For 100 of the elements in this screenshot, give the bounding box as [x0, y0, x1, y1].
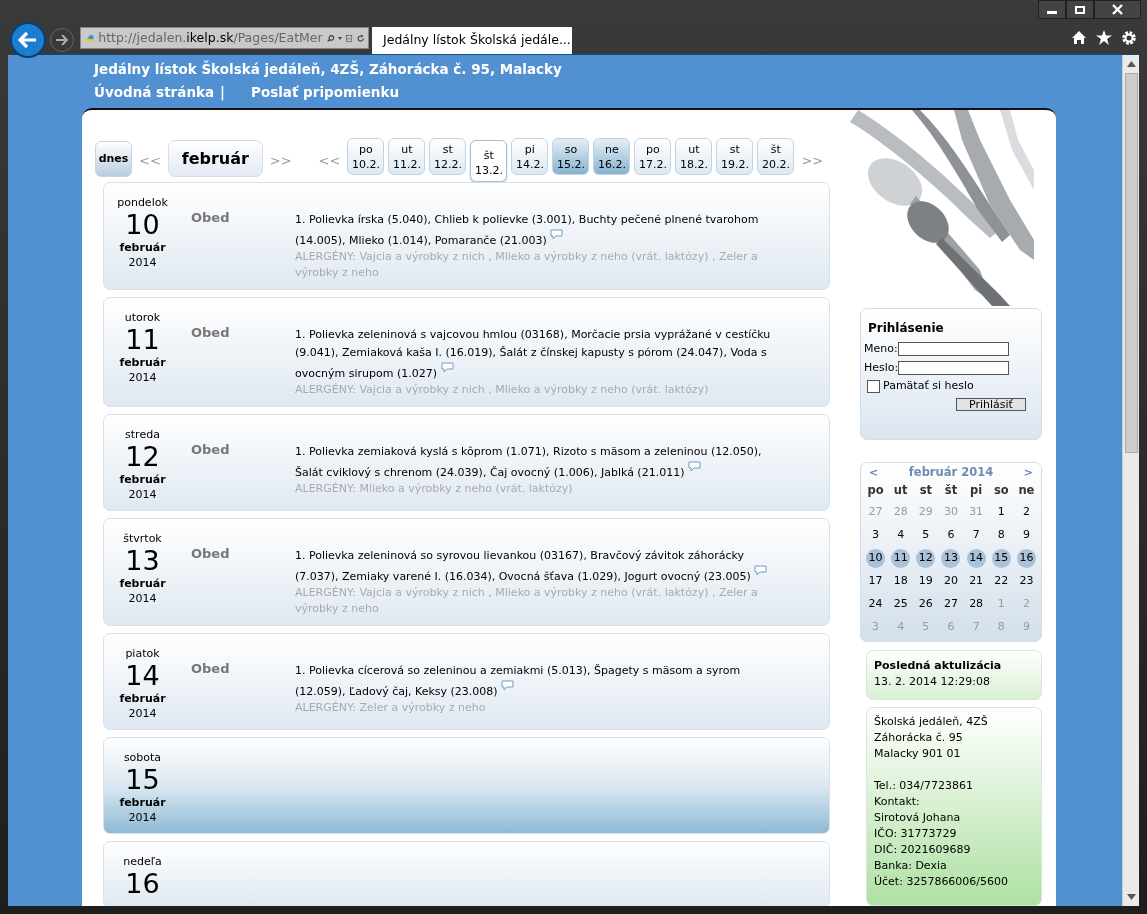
allergen-text: ALERGÉNY: Mlieko a výrobky z neho (vrát. laktózy): [295, 481, 574, 497]
contact-line: Školská jedáleň, 4ZŠ: [874, 714, 989, 731]
month: február: [119, 240, 166, 255]
site-title: Jedálny lístok Školská jedáleň, 4ZŠ, Záhorácka č. 95, Malacky: [94, 59, 563, 79]
address-text: http://jedalen.ikelp.sk/Pages/EatMer: [98, 28, 323, 47]
day-button[interactable]: ut 11.2.: [388, 138, 426, 175]
back-button[interactable]: [10, 22, 46, 58]
allergen-text: ALERGÉNY: Vajcia a výrobky z nich , Mlieko a výrobky z neho (vrát. laktózy): [295, 382, 710, 398]
calendar-day[interactable]: 23: [1016, 572, 1036, 592]
calendar-day[interactable]: 20: [941, 572, 961, 592]
menu-text: 1. Polievka cícerová so zeleninou a zemiakmi (5.013), Špagety s mäsom a syrom (12.059), Ľadový čaj, Keksy (23.008): [295, 663, 742, 700]
address-field[interactable]: http://jedalen.ikelp.sk/Pages/EatMer: [80, 27, 369, 49]
menu-text: 1. Polievka írska (5.040), Chlieb k polievke (3.001), Buchty pečené plnené tvarohom (14.005), Mlieko (1.014), Pomaranče (21.003): [295, 212, 760, 249]
settings-icon[interactable]: [1121, 30, 1137, 46]
day-number: 14: [125, 661, 160, 691]
contact-line: Tel.: 034/7723861: [874, 778, 975, 795]
contact-line: Banka: Dexia: [874, 858, 948, 875]
minimize-button[interactable]: [1038, 0, 1066, 19]
calendar-day[interactable]: 2: [1016, 503, 1036, 523]
previous-month-link[interactable]: <: [869, 464, 879, 482]
home-icon[interactable]: [1071, 30, 1087, 45]
weekday-header: st: [918, 482, 933, 500]
calendar-day[interactable]: 14: [966, 549, 986, 569]
calendar-day[interactable]: 18: [891, 572, 911, 592]
calendar-day[interactable]: 22: [991, 572, 1011, 592]
weekday: štvrtok: [123, 531, 162, 546]
day-button[interactable]: ne 16.2.: [593, 138, 631, 175]
scrollbar[interactable]: [1122, 55, 1139, 906]
field-label: Heslo:: [864, 359, 899, 376]
close-button[interactable]: [1094, 0, 1141, 19]
calendar-day[interactable]: 27: [941, 595, 961, 615]
calendar-day[interactable]: 3: [866, 526, 886, 546]
close-icon: [1112, 4, 1123, 15]
calendar-day[interactable]: 13: [941, 549, 961, 569]
calendar-day[interactable]: 9: [1016, 526, 1036, 546]
weekday-header: ne: [1017, 482, 1036, 500]
calendar-day[interactable]: 12: [916, 549, 936, 569]
month: február: [119, 576, 166, 591]
day-number: 10: [125, 210, 160, 240]
username-field[interactable]: [897, 342, 1009, 357]
calendar-day[interactable]: 28: [966, 595, 986, 615]
calendar-day[interactable]: 19: [916, 572, 936, 592]
day-number: 11: [125, 325, 160, 355]
year: 2014: [128, 370, 157, 385]
weekday: streda: [125, 427, 160, 442]
weekday-header: so: [992, 482, 1010, 500]
scroll-up-icon[interactable]: [1126, 61, 1136, 67]
menu-text: 1. Polievka zeleninová so syrovou lievankou (03167), Bravčový závitok záhorácky (7.037), Zemiaky varené I. (16.034), Ovocná šťava (1.029), Jogurt ovocný (23.005): [295, 547, 775, 586]
weekday-header: ut: [892, 482, 909, 500]
day-button[interactable]: po 10.2.: [347, 138, 385, 175]
calendar-day[interactable]: 5: [916, 526, 936, 546]
calendar-day[interactable]: 15: [991, 549, 1011, 569]
calendar-day[interactable]: 10: [866, 549, 886, 569]
login-title: Prihlásenie: [868, 320, 945, 337]
calendar-day[interactable]: 4: [891, 526, 911, 546]
day-button[interactable]: st 19.2.: [716, 138, 754, 175]
contact-line: DIČ: 2021609689: [874, 842, 972, 859]
day-button[interactable]: st 12.2.: [429, 138, 467, 175]
day-number: 15: [125, 765, 160, 795]
allergen-text: ALERGÉNY: Zeler a výrobky z neho: [295, 700, 487, 716]
day-button[interactable]: so 15.2.: [552, 138, 590, 175]
day-button[interactable]: pi 14.2.: [511, 138, 549, 175]
day-button[interactable]: št 13.2.: [470, 140, 508, 182]
calendar-day[interactable]: 6: [941, 526, 961, 546]
contact-line: Malacky 901 01: [874, 746, 962, 763]
year: 2014: [128, 255, 157, 270]
meal-label: Obed: [190, 660, 231, 678]
password-field[interactable]: [898, 360, 1010, 375]
month-label: február: [167, 140, 263, 177]
calendar-day[interactable]: 7: [966, 526, 986, 546]
year: 2014: [128, 810, 157, 825]
scroll-down-icon[interactable]: [1126, 894, 1136, 900]
contact-line: Účet: 3257866006/5600: [874, 874, 1010, 891]
today-button[interactable]: dnes: [95, 141, 132, 177]
tab-title: Jedálny lístok Školská jedále...: [383, 31, 571, 50]
day-button[interactable]: po 17.2.: [634, 138, 672, 175]
meal-label: Obed: [190, 441, 231, 459]
forward-arrow-icon: [55, 34, 69, 46]
calendar-title: február 2014: [908, 464, 994, 482]
day-button[interactable]: št 20.2.: [757, 138, 795, 175]
calendar-day[interactable]: 21: [966, 572, 986, 592]
calendar-day[interactable]: 16: [1016, 549, 1036, 569]
browser-tab[interactable]: Jedálny lístok Školská jedále...: [372, 27, 572, 54]
login-button[interactable]: Prihlásiť: [956, 397, 1026, 411]
day-button[interactable]: ut 18.2.: [675, 138, 713, 175]
contact-line: IČO: 31773729: [874, 826, 958, 843]
calendar-day[interactable]: 26: [916, 595, 936, 615]
maximize-button[interactable]: [1066, 0, 1094, 19]
calendar-day[interactable]: 11: [891, 549, 911, 569]
calendar-day[interactable]: 25: [891, 595, 911, 615]
star-icon[interactable]: [1096, 30, 1112, 45]
checkbox[interactable]: [867, 379, 880, 393]
dropdown-icon[interactable]: [338, 35, 343, 41]
weekday: sobota: [123, 750, 162, 765]
year: 2014: [128, 591, 157, 606]
calendar-day[interactable]: 8: [991, 526, 1011, 546]
calendar-day[interactable]: 17: [866, 572, 886, 592]
calendar-day[interactable]: 1: [991, 503, 1011, 523]
meal-label: Obed: [190, 324, 231, 342]
calendar-day[interactable]: 24: [866, 595, 886, 615]
